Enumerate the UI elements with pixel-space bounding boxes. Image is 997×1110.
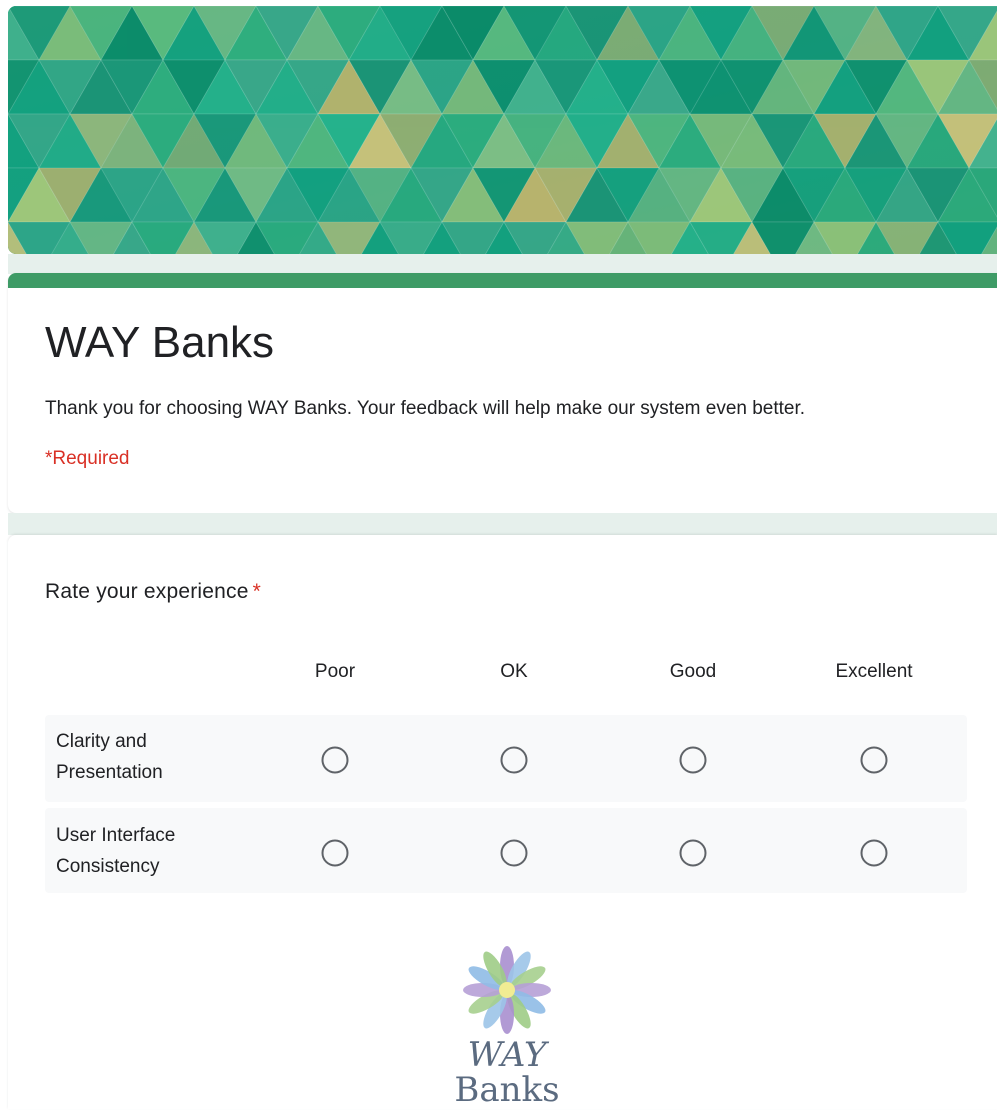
- required-note: *Required: [45, 448, 130, 469]
- radio-clarity-excellent[interactable]: [860, 746, 888, 774]
- row-label: Clarity and Presentation: [56, 731, 163, 783]
- column-label-poor: Poor: [314, 661, 356, 682]
- section-divider: [8, 513, 997, 535]
- section-divider: [8, 254, 997, 274]
- row-label: User Interface Consistency: [56, 825, 176, 877]
- column-label-good: Good: [669, 661, 717, 682]
- required-marker: *: [252, 580, 261, 603]
- accent-strip: [8, 273, 997, 288]
- question-title: Rate your experience *: [45, 578, 261, 606]
- form-title: WAY Banks: [45, 318, 275, 367]
- geometric-pattern: [8, 6, 997, 254]
- header-banner-image: [8, 6, 997, 254]
- grid-row-ui-consistency: User Interface Consistency: [45, 808, 967, 893]
- form-description: Thank you for choosing WAY Banks. Your f…: [45, 398, 806, 419]
- logo-word-way: WAY: [467, 1035, 547, 1075]
- logo-word-banks: Banks: [454, 1070, 560, 1110]
- form-header-card: WAY Banks Thank you for choosing WAY Ban…: [8, 273, 997, 513]
- question-title-text: Rate your experience: [45, 580, 249, 603]
- radio-clarity-good[interactable]: [679, 746, 707, 774]
- way-banks-logo: WAY Banks: [445, 942, 569, 1109]
- radio-consistency-ok[interactable]: [500, 839, 528, 867]
- flower-icon: [463, 946, 551, 1034]
- column-label-excellent: Excellent: [835, 661, 913, 682]
- radio-consistency-excellent[interactable]: [860, 839, 888, 867]
- radio-clarity-poor[interactable]: [321, 746, 349, 774]
- radio-consistency-poor[interactable]: [321, 839, 349, 867]
- radio-consistency-good[interactable]: [679, 839, 707, 867]
- column-label-ok: OK: [500, 661, 528, 682]
- grid-row-clarity: Clarity and Presentation: [45, 715, 967, 802]
- radio-clarity-ok[interactable]: [500, 746, 528, 774]
